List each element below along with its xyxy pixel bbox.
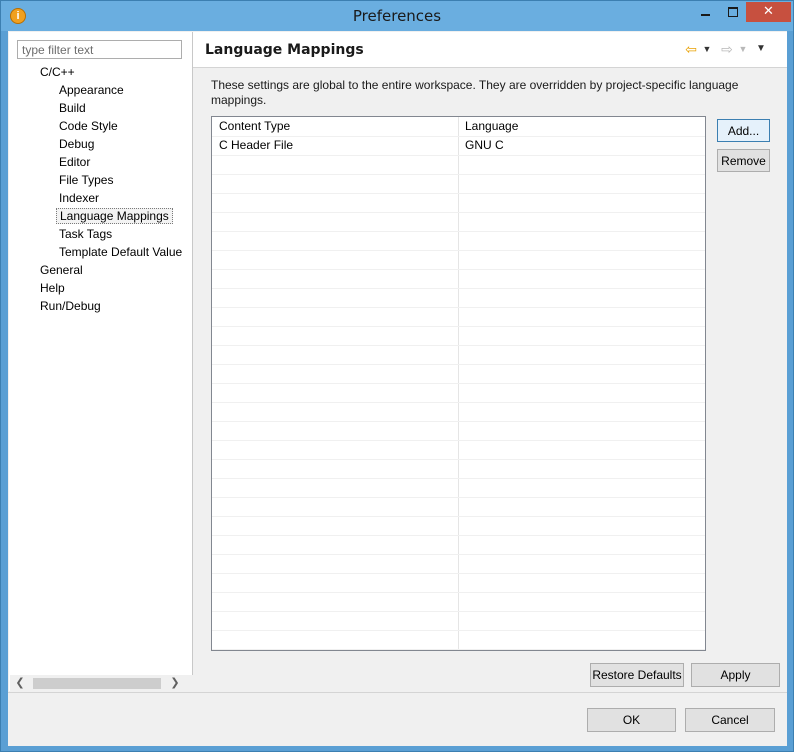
column-header[interactable]: Content Type xyxy=(212,117,290,136)
table-cell: GNU C xyxy=(465,138,504,152)
maximize-button[interactable] xyxy=(719,2,746,22)
page-title: Language Mappings xyxy=(205,42,364,58)
tree-item-general[interactable]: General xyxy=(37,262,86,278)
view-menu-icon[interactable]: ▼ xyxy=(753,41,769,57)
tree-item-file-types[interactable]: File Types xyxy=(56,172,116,188)
empty-table-row xyxy=(212,345,705,365)
empty-table-row xyxy=(212,611,705,631)
tree-item-template-default-value[interactable]: Template Default Value xyxy=(56,244,185,260)
scroll-left-icon[interactable]: ❮ xyxy=(12,676,28,691)
forward-dropdown-icon[interactable]: ▼ xyxy=(735,41,751,57)
window-title: Preferences xyxy=(352,7,442,25)
tree-item-code-style[interactable]: Code Style xyxy=(56,118,121,134)
empty-table-row xyxy=(212,592,705,612)
language-mappings-table[interactable]: Content Type Language C Header File GNU C xyxy=(211,116,706,651)
remove-button[interactable]: Remove xyxy=(717,149,770,172)
column-header[interactable]: Language xyxy=(458,117,518,136)
empty-table-row xyxy=(212,288,705,308)
minimize-button[interactable] xyxy=(692,2,719,22)
maximize-icon xyxy=(727,6,738,17)
empty-table-row xyxy=(212,440,705,460)
page-description: These settings are global to the entire … xyxy=(211,78,739,107)
table-header: Content Type Language xyxy=(212,117,705,137)
empty-table-row xyxy=(212,516,705,536)
dialog-button-bar: OK Cancel xyxy=(8,692,787,746)
empty-table-row xyxy=(212,193,705,213)
empty-table-row xyxy=(212,364,705,384)
table-row[interactable]: C Header File GNU C xyxy=(212,136,705,156)
empty-table-row xyxy=(212,459,705,479)
empty-table-row xyxy=(212,535,705,555)
apply-button[interactable]: Apply xyxy=(691,663,780,687)
table-cell: C Header File xyxy=(219,138,294,152)
tree-item-task-tags[interactable]: Task Tags xyxy=(56,226,115,242)
empty-table-row xyxy=(212,212,705,232)
empty-table-row xyxy=(212,554,705,574)
empty-table-row xyxy=(212,573,705,593)
restore-defaults-button[interactable]: Restore Defaults xyxy=(590,663,684,687)
back-arrow-icon[interactable]: ⇦ xyxy=(683,41,699,57)
tree-item-language-mappings[interactable]: Language Mappings xyxy=(56,208,173,224)
empty-table-row xyxy=(212,497,705,517)
empty-table-row xyxy=(212,174,705,194)
empty-table-row xyxy=(212,307,705,327)
close-icon: ✕ xyxy=(763,3,774,18)
cancel-button[interactable]: Cancel xyxy=(685,708,775,732)
tree-item-editor[interactable]: Editor xyxy=(56,154,93,170)
forward-arrow-icon[interactable]: ⇨ xyxy=(719,41,735,57)
tree-horizontal-scrollbar[interactable]: ❮ ❯ xyxy=(10,675,193,692)
empty-table-row xyxy=(212,630,705,650)
empty-table-row xyxy=(212,250,705,270)
ok-button[interactable]: OK xyxy=(587,708,676,732)
title-bar[interactable]: i Preferences ✕ xyxy=(1,1,793,31)
empty-table-row xyxy=(212,402,705,422)
scrollbar-thumb[interactable] xyxy=(33,678,161,689)
empty-table-row xyxy=(212,326,705,346)
filter-input[interactable] xyxy=(17,40,182,59)
page-header: Language Mappings ⇦ ▼ ⇨ ▼ ▼ xyxy=(193,32,787,68)
tree-item-help[interactable]: Help xyxy=(37,280,68,296)
tree-item-c-c[interactable]: C/C++ xyxy=(37,64,78,80)
tree-item-indexer[interactable]: Indexer xyxy=(56,190,102,206)
add-button[interactable]: Add... xyxy=(717,119,770,142)
tree-item-debug[interactable]: Debug xyxy=(56,136,97,152)
empty-table-row xyxy=(212,383,705,403)
empty-table-row xyxy=(212,421,705,441)
dialog-client: C/C++ Appearance Build Code Style Debug Edito… xyxy=(8,31,787,746)
tree-item-run-debug[interactable]: Run/Debug xyxy=(37,298,104,314)
tree-item-appearance[interactable]: Appearance xyxy=(56,82,127,98)
minimize-icon xyxy=(701,13,710,16)
preference-page: Language Mappings ⇦ ▼ ⇨ ▼ ▼ These settin… xyxy=(193,32,787,691)
empty-table-row xyxy=(212,478,705,498)
scroll-right-icon[interactable]: ❯ xyxy=(167,676,183,691)
empty-table-row xyxy=(212,231,705,251)
tree-item-build[interactable]: Build xyxy=(56,100,89,116)
empty-table-row xyxy=(212,155,705,175)
close-button[interactable]: ✕ xyxy=(746,2,791,22)
back-dropdown-icon[interactable]: ▼ xyxy=(699,41,715,57)
preferences-tree-panel: C/C++ Appearance Build Code Style Debug Edito… xyxy=(9,32,193,692)
preferences-window: i Preferences ✕ C/C++ Appearance Build Code… xyxy=(0,0,794,752)
empty-table-row xyxy=(212,269,705,289)
